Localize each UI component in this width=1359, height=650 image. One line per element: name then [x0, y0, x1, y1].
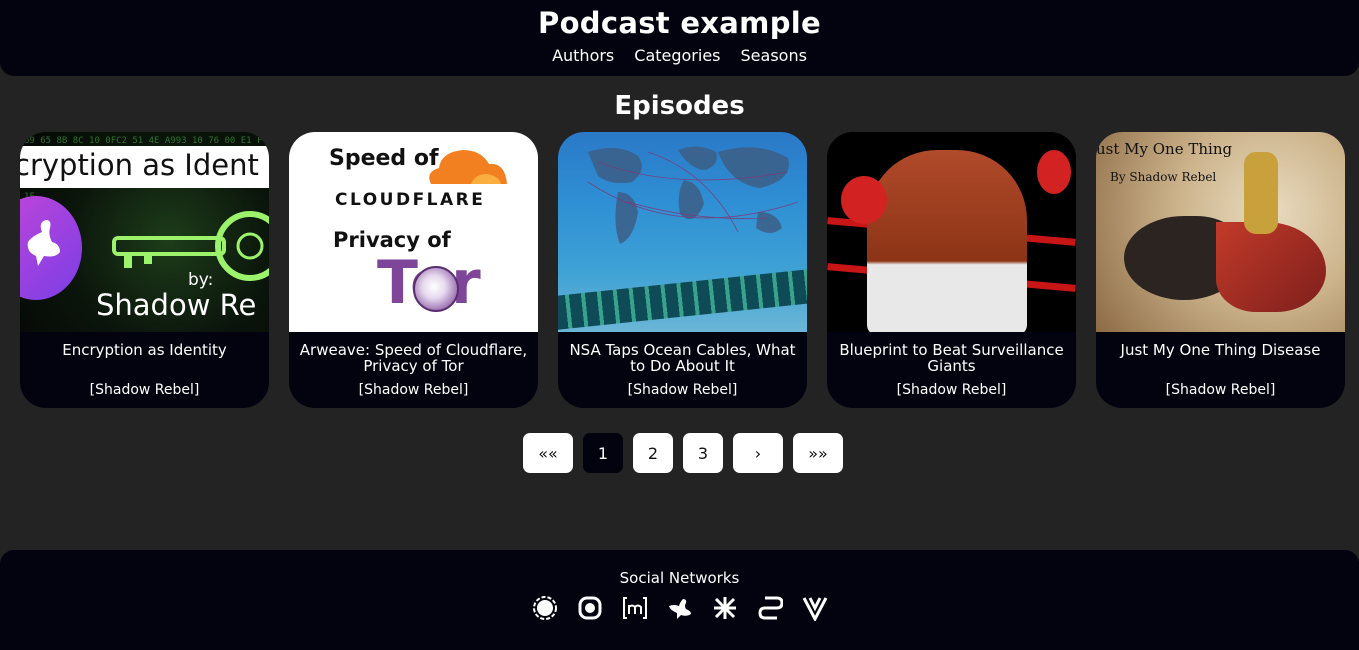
- thumbnail-line: CLOUDFLARE: [335, 190, 486, 210]
- episode-card[interactable]: Speed of CLOUDFLARE Privacy of Tor Arwea…: [289, 132, 538, 408]
- episode-title[interactable]: Blueprint to Beat Surveillance Giants: [827, 332, 1076, 380]
- episode-title[interactable]: Just My One Thing Disease: [1096, 332, 1345, 380]
- cape-figure: [1216, 222, 1326, 312]
- episodes-heading: Episodes: [614, 91, 745, 121]
- episode-thumbnail[interactable]: Speed of CLOUDFLARE Privacy of Tor: [289, 132, 538, 332]
- episode-title[interactable]: NSA Taps Ocean Cables, What to Do About …: [558, 332, 807, 380]
- matador-figure: [1244, 152, 1278, 234]
- world-map-cables-icon: [587, 146, 799, 244]
- episode-thumbnail[interactable]: 69 65 8B 8C 10 0FC2 51 4E A993 10 76 00 …: [20, 132, 269, 332]
- episode-title[interactable]: Encryption as Identity: [20, 332, 269, 380]
- first-page-button[interactable]: ««: [523, 433, 573, 473]
- thumbnail-heading: cryption as Ident: [20, 148, 259, 182]
- episode-card[interactable]: NSA Taps Ocean Cables, What to Do About …: [558, 132, 807, 408]
- page-1-button[interactable]: 1: [583, 433, 623, 473]
- episode-thumbnail[interactable]: [558, 132, 807, 332]
- boxer-figure: [867, 150, 1027, 332]
- thumbnail-line: ust My One Thing: [1096, 140, 1233, 158]
- page-2-button[interactable]: 2: [633, 433, 673, 473]
- cloudflare-cloud-icon: [429, 150, 507, 184]
- episode-author: [Shadow Rebel]: [627, 382, 738, 398]
- social-links: [0, 595, 1359, 621]
- ocean-cable: [558, 266, 807, 332]
- episode-card[interactable]: 69 65 8B 8C 10 0FC2 51 4E A993 10 76 00 …: [20, 132, 269, 408]
- episode-thumbnail[interactable]: [827, 132, 1076, 332]
- vlog-icon[interactable]: [802, 595, 828, 621]
- key-icon: [112, 211, 269, 281]
- boxing-glove-icon: [841, 176, 887, 224]
- nostr-icon[interactable]: [667, 595, 693, 621]
- episode-author: [Shadow Rebel]: [358, 382, 469, 398]
- nav-authors-link[interactable]: Authors: [552, 46, 614, 65]
- episode-thumbnail[interactable]: ust My One Thing By Shadow Rebel: [1096, 132, 1345, 332]
- episode-title[interactable]: Arweave: Speed of Cloudflare, Privacy of…: [289, 332, 538, 380]
- social-networks-title: Social Networks: [619, 569, 740, 587]
- element-icon[interactable]: [577, 595, 603, 621]
- episode-card[interactable]: ust My One Thing By Shadow Rebel Just My…: [1096, 132, 1345, 408]
- ostrich-logo-icon: [20, 196, 82, 300]
- episode-author: [Shadow Rebel]: [1165, 382, 1276, 398]
- site-title[interactable]: Podcast example: [0, 0, 1359, 40]
- episode-card[interactable]: Blueprint to Beat Surveillance Giants [S…: [827, 132, 1076, 408]
- next-page-button[interactable]: ›: [733, 433, 783, 473]
- main-nav: Authors Categories Seasons: [0, 46, 1359, 65]
- thumbnail-line: By Shadow Rebel: [1110, 170, 1217, 184]
- nav-seasons-link[interactable]: Seasons: [741, 46, 807, 65]
- last-page-button[interactable]: »»: [793, 433, 843, 473]
- session-icon[interactable]: [712, 595, 738, 621]
- page-3-button[interactable]: 3: [683, 433, 723, 473]
- simplex-icon[interactable]: [757, 595, 783, 621]
- boxing-glove-icon: [1037, 150, 1071, 194]
- pagination: «« 1 2 3 › »»: [523, 433, 843, 473]
- nav-categories-link[interactable]: Categories: [634, 46, 720, 65]
- tor-onion-icon: [413, 266, 459, 312]
- episode-author: [Shadow Rebel]: [896, 382, 1007, 398]
- matrix-icon[interactable]: [622, 595, 648, 621]
- top-bar: Podcast example Authors Categories Seaso…: [0, 0, 1359, 76]
- footer: Social Networks: [0, 550, 1359, 650]
- episode-list: 69 65 8B 8C 10 0FC2 51 4E A993 10 76 00 …: [20, 132, 1345, 408]
- episode-author: [Shadow Rebel]: [89, 382, 200, 398]
- signal-icon[interactable]: [532, 595, 558, 621]
